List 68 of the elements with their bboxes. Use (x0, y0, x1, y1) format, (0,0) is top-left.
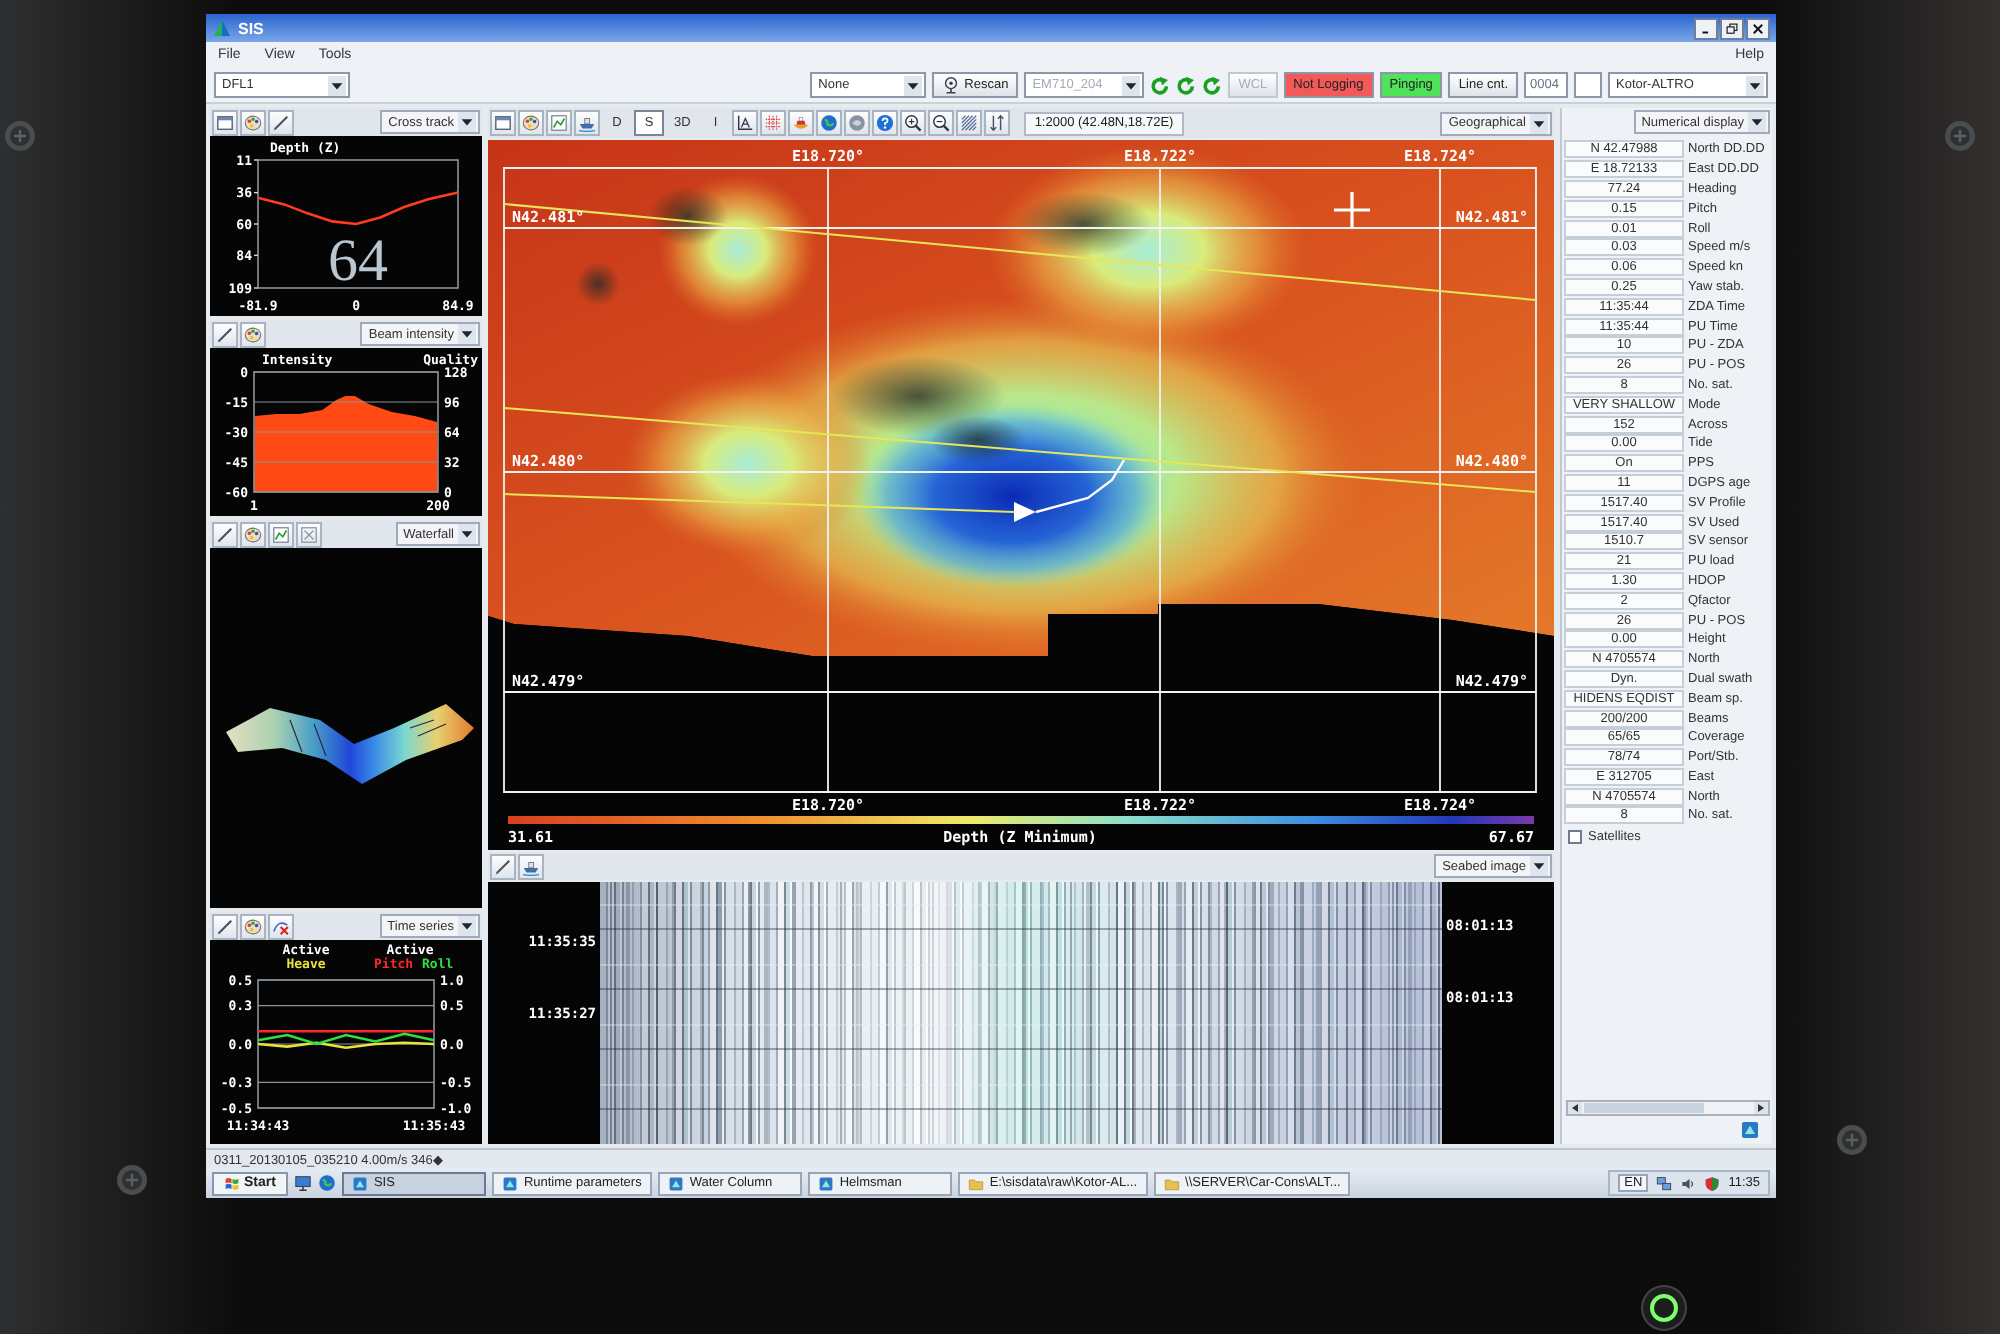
help-icon[interactable] (872, 110, 899, 136)
app-icon (817, 1175, 834, 1191)
boat-icon[interactable] (788, 110, 815, 136)
pen-icon[interactable] (490, 853, 516, 879)
axes-icon[interactable] (732, 110, 759, 136)
app-logo-icon (212, 18, 232, 38)
input-field[interactable] (1574, 72, 1602, 98)
maximize-icon[interactable] (1720, 17, 1744, 39)
palette-icon[interactable] (240, 321, 266, 347)
webcam-icon (942, 76, 961, 94)
screw-icon (1836, 1124, 1868, 1156)
screw-icon (4, 120, 36, 152)
flag-icon (224, 1175, 240, 1191)
desktop-icon[interactable] (293, 1174, 312, 1192)
vessel-track (1035, 459, 1126, 514)
checkbox[interactable] (1568, 830, 1582, 845)
globe-icon[interactable] (317, 1174, 336, 1192)
chart-icon[interactable] (268, 521, 294, 547)
arrows-icon[interactable] (984, 110, 1011, 136)
stripes-icon[interactable] (956, 110, 983, 136)
horizontal-scrollbar[interactable] (1566, 1100, 1770, 1116)
globe-icon[interactable] (844, 110, 871, 136)
network-icon[interactable] (1656, 1175, 1673, 1191)
refresh-icon[interactable] (1150, 75, 1171, 95)
palette-icon[interactable] (240, 109, 266, 135)
refresh-icon[interactable] (1176, 75, 1197, 95)
palette-icon[interactable] (240, 521, 266, 547)
palette-icon[interactable] (240, 913, 266, 939)
expand-icon[interactable] (296, 521, 322, 547)
grid-icon[interactable] (760, 110, 787, 136)
caret-icon (328, 75, 346, 95)
folder-icon (967, 1175, 984, 1191)
caret-icon (1746, 75, 1764, 95)
pen-icon[interactable] (212, 913, 238, 939)
window-icon[interactable] (490, 110, 516, 136)
caret-icon (904, 75, 923, 95)
close-icon[interactable] (1746, 17, 1770, 39)
caret-icon (1530, 113, 1548, 133)
minimize-icon[interactable] (1694, 17, 1718, 39)
folder-icon (1163, 1175, 1180, 1191)
shield-icon[interactable] (1704, 1175, 1721, 1191)
zoom-out-icon[interactable] (928, 110, 955, 136)
zoom-in-icon[interactable] (900, 110, 927, 136)
depth-readout: 64 (328, 228, 388, 294)
screw-icon (116, 1164, 148, 1196)
app-icon (501, 1175, 518, 1191)
pen-icon[interactable] (212, 321, 238, 347)
pen-icon[interactable] (268, 109, 294, 135)
caret-icon (1748, 112, 1766, 132)
palette-icon[interactable] (518, 110, 544, 136)
globe-icon[interactable] (816, 110, 843, 136)
ship-icon[interactable] (574, 110, 600, 136)
refresh-icon[interactable] (1202, 75, 1223, 95)
app-icon (667, 1175, 684, 1191)
window-title: SIS (238, 19, 264, 37)
speaker-icon[interactable] (1680, 1175, 1697, 1191)
pen-icon[interactable] (212, 521, 238, 547)
app-icon (351, 1175, 368, 1191)
power-light-icon (1640, 1284, 1688, 1332)
crosshair-icon (1332, 190, 1372, 230)
vessel-icon (1014, 502, 1036, 522)
curve-cross-icon[interactable] (268, 913, 294, 939)
app-icon[interactable] (1740, 1120, 1760, 1140)
window-icon[interactable] (212, 109, 238, 135)
caret-icon (1122, 75, 1141, 95)
ship-icon[interactable] (518, 853, 544, 879)
chart-icon[interactable] (546, 110, 572, 136)
screw-icon (1944, 120, 1976, 152)
